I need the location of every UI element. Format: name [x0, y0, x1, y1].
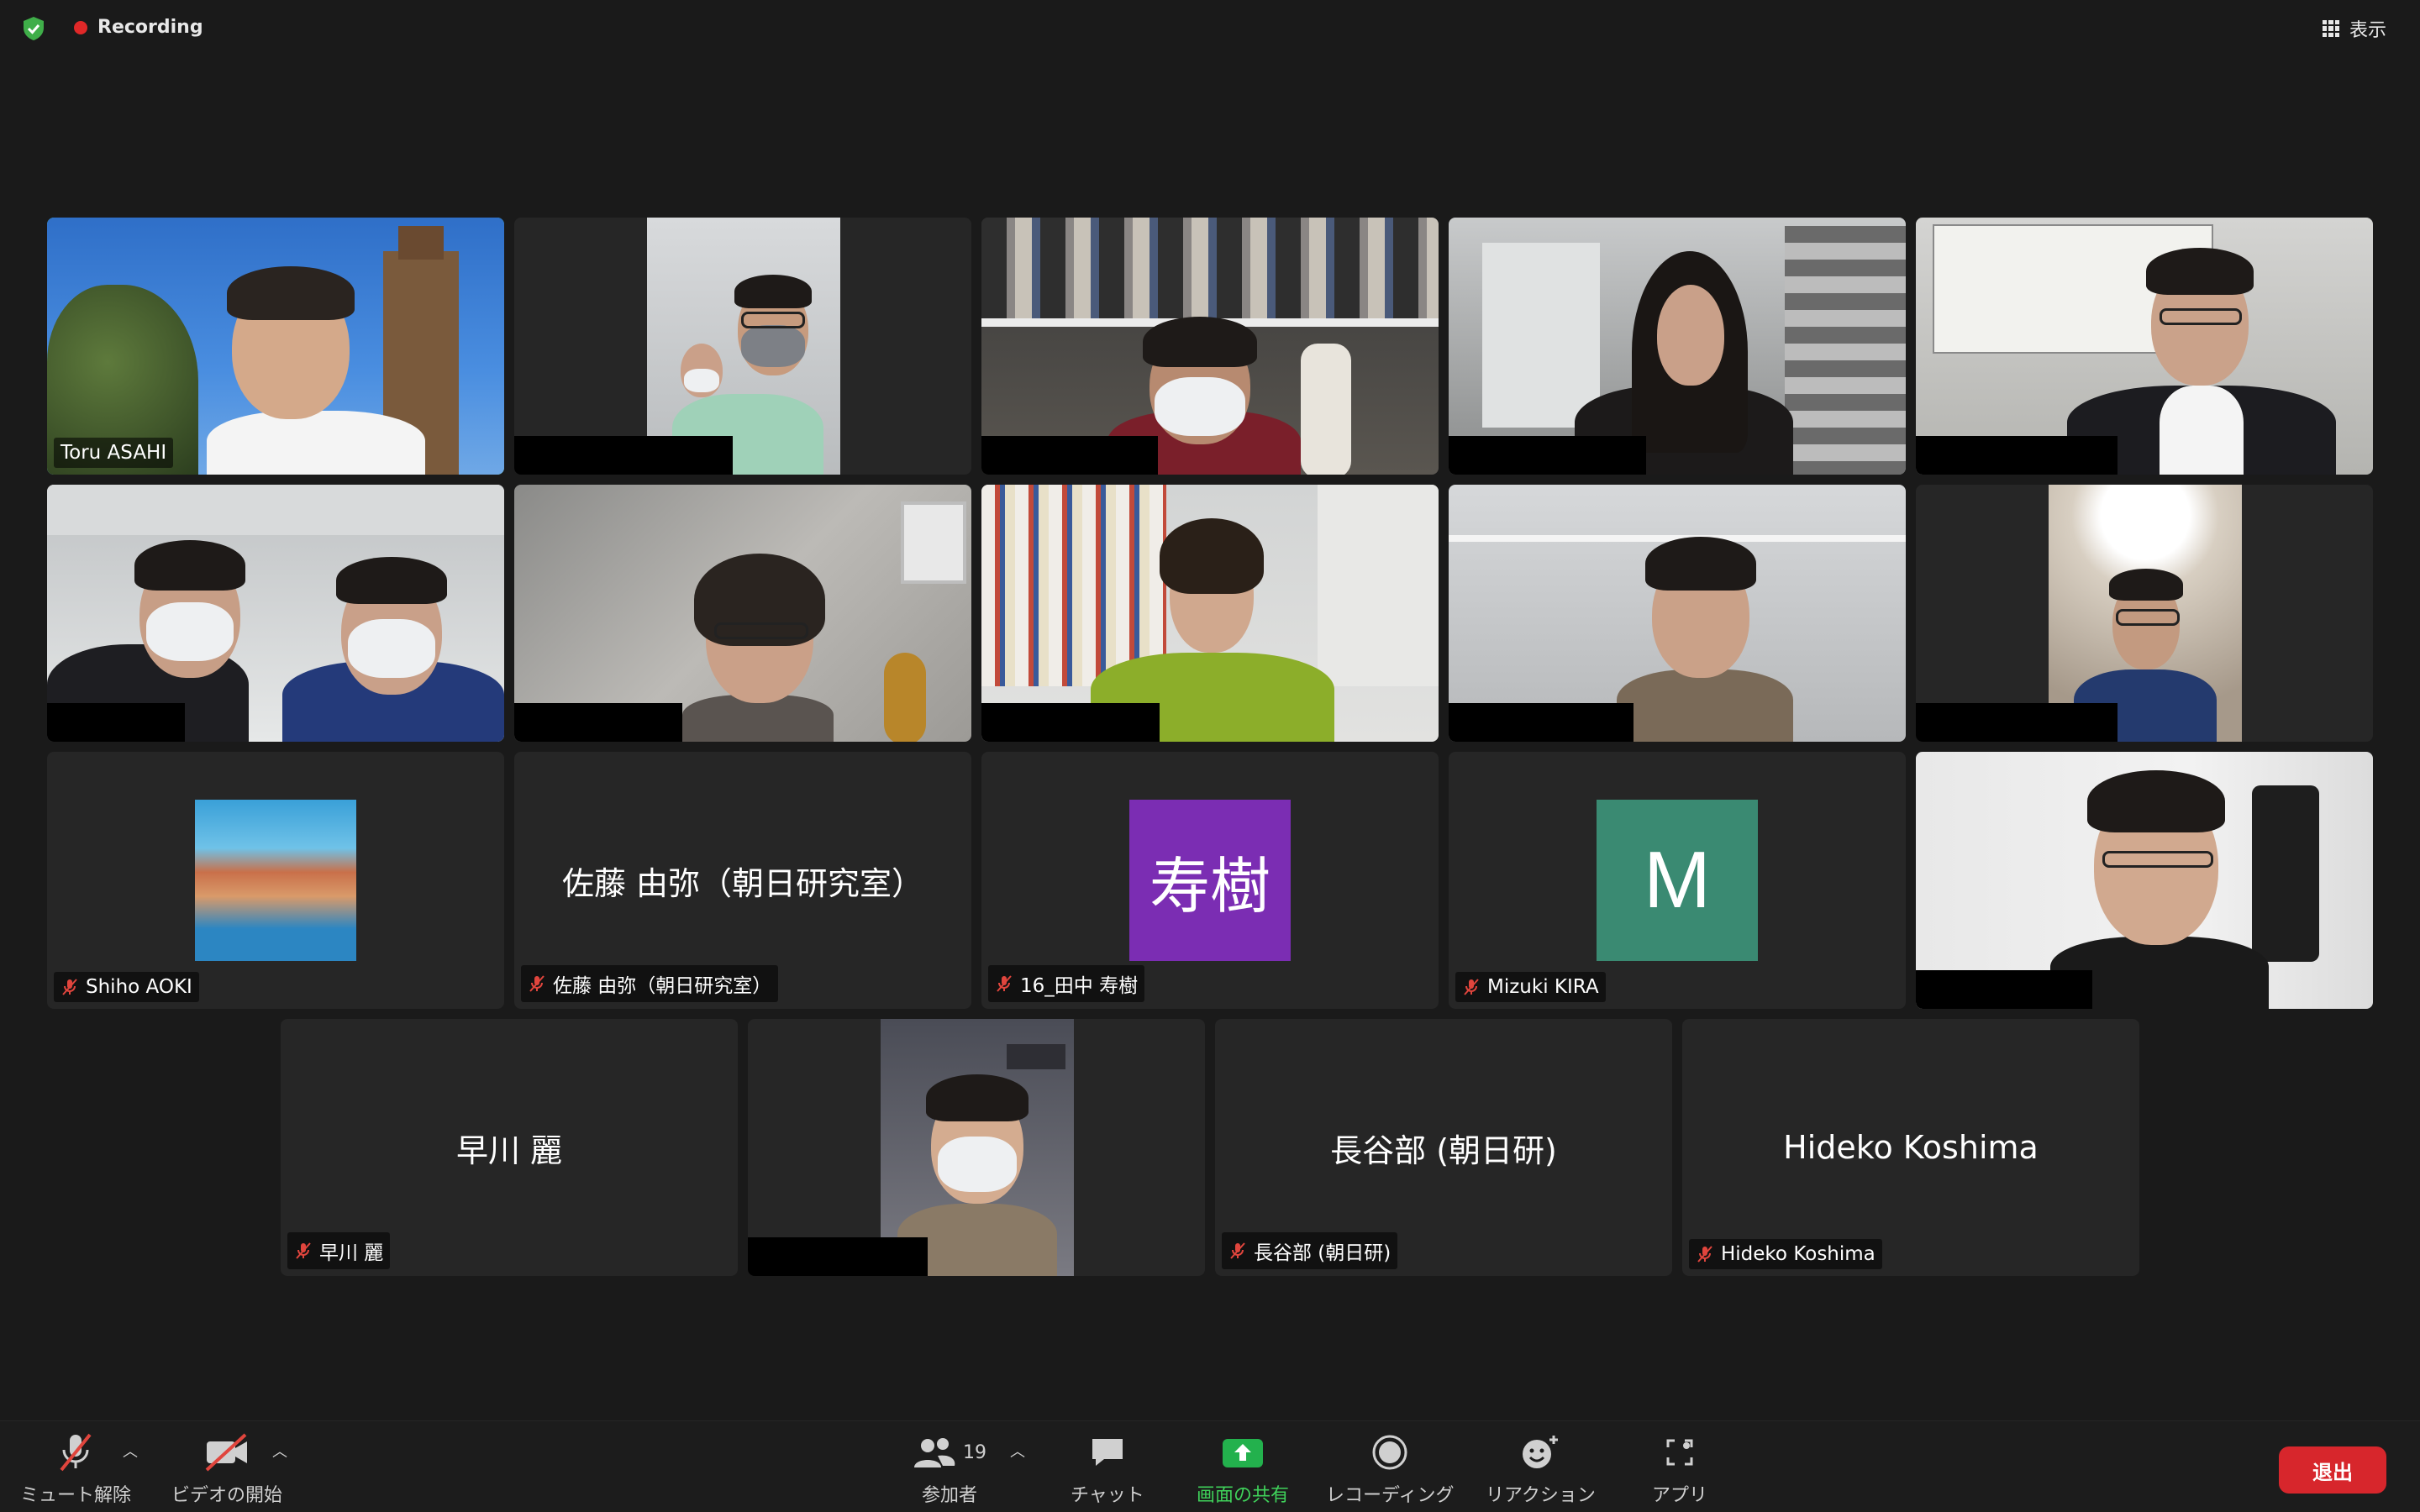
top-bar: Recording 表示	[0, 0, 2420, 55]
redacted-name	[1916, 970, 2092, 1009]
muted-mic-icon	[529, 975, 544, 992]
video-tile[interactable]	[47, 485, 504, 742]
participant-name-plate: Toru ASAHI	[54, 438, 174, 468]
recording-dot-icon	[74, 20, 87, 34]
participant-name-plate: Shiho AOKI	[54, 972, 199, 1002]
participant-name: 長谷部 (朝日研)	[1254, 1242, 1392, 1264]
video-off-icon	[205, 1433, 247, 1472]
avatar-initials: 寿樹	[1129, 800, 1291, 961]
video-tile[interactable]	[981, 218, 1439, 475]
participants-icon	[914, 1438, 955, 1467]
chat-label: チャット	[1071, 1485, 1144, 1506]
mic-muted-icon	[60, 1433, 92, 1472]
muted-mic-icon	[1697, 1246, 1712, 1263]
participant-name: 早川 麗	[319, 1242, 384, 1264]
participant-name: 佐藤 由弥（朝日研究室）	[553, 975, 772, 997]
participant-name-plate: 16_田中 寿樹	[988, 965, 1145, 1002]
participants-count: 19	[963, 1441, 986, 1463]
video-tile[interactable]	[1916, 752, 2373, 1009]
participants-options-chevron-icon[interactable]: ︿	[1010, 1440, 1025, 1462]
redacted-name	[748, 1237, 928, 1276]
audio-options-chevron-icon[interactable]: ︿	[123, 1440, 138, 1462]
muted-mic-icon	[296, 1242, 311, 1259]
start-video-button[interactable]: ビデオの開始	[171, 1431, 282, 1507]
leave-meeting-button[interactable]: 退出	[2279, 1446, 2386, 1494]
apps-button[interactable]: アプリ	[1652, 1431, 1707, 1507]
participant-display-name: Hideko Koshima	[1783, 1129, 2039, 1166]
redacted-name	[1916, 436, 2118, 475]
video-tile-shiho-aoki[interactable]: Shiho AOKI	[47, 752, 504, 1009]
grid-view-icon	[2322, 20, 2339, 37]
participant-name: Toru ASAHI	[60, 442, 167, 464]
video-tile[interactable]: Hideko Koshima Hideko Koshima	[1682, 1019, 2139, 1276]
participant-name-plate: 佐藤 由弥（朝日研究室）	[521, 965, 779, 1002]
redacted-name	[1449, 703, 1634, 742]
redacted-name	[514, 436, 733, 475]
video-tile-mizuki-kira[interactable]: M Mizuki KIRA	[1449, 752, 1906, 1009]
unmute-label: ミュート解除	[20, 1485, 132, 1506]
recording-label: Recording	[97, 17, 203, 38]
unmute-button[interactable]: ミュート解除	[20, 1431, 131, 1507]
video-tile[interactable]: 長谷部 (朝日研) 長谷部 (朝日研)	[1215, 1019, 1672, 1276]
video-tile[interactable]	[1449, 485, 1906, 742]
redacted-name	[981, 436, 1158, 475]
reaction-smiley-icon	[1523, 1436, 1559, 1468]
security-shield-icon[interactable]	[20, 15, 47, 42]
video-tile[interactable]	[514, 485, 971, 742]
recording-indicator[interactable]: Recording	[74, 17, 203, 38]
meeting-toolbar: ミュート解除 ︿ ビデオの開始 ︿ 19 参加者 ︿ チャット 画面の共有 レコ…	[0, 1420, 2420, 1512]
view-button[interactable]: 表示	[2322, 15, 2386, 42]
video-tile[interactable]: 寿樹 16_田中 寿樹	[981, 752, 1439, 1009]
redacted-name	[981, 703, 1160, 742]
video-tile[interactable]	[981, 485, 1439, 742]
share-screen-icon	[1223, 1439, 1263, 1467]
record-icon	[1372, 1435, 1407, 1470]
video-tile[interactable]	[1449, 218, 1906, 475]
reactions-label: リアクション	[1486, 1485, 1596, 1506]
share-screen-button[interactable]: 画面の共有	[1197, 1431, 1289, 1507]
muted-mic-icon	[1230, 1242, 1245, 1259]
apps-label: アプリ	[1652, 1485, 1708, 1506]
start-video-label: ビデオの開始	[171, 1485, 283, 1506]
participant-name-plate: 早川 麗	[287, 1232, 391, 1269]
video-tile-toru-asahi[interactable]: Toru ASAHI	[47, 218, 504, 475]
video-tile[interactable]: 佐藤 由弥（朝日研究室） 佐藤 由弥（朝日研究室）	[514, 752, 971, 1009]
redacted-name	[514, 703, 682, 742]
video-options-chevron-icon[interactable]: ︿	[272, 1440, 287, 1462]
redacted-name	[1916, 703, 2118, 742]
video-tile[interactable]: 早川 麗 早川 麗	[281, 1019, 738, 1276]
participant-name-plate: Mizuki KIRA	[1455, 972, 1606, 1002]
muted-mic-icon	[997, 975, 1012, 992]
redacted-name	[47, 703, 185, 742]
participants-label: 参加者	[921, 1485, 977, 1506]
record-button[interactable]: レコーディング	[1326, 1431, 1454, 1507]
chat-icon	[1092, 1439, 1123, 1466]
record-label: レコーディング	[1326, 1485, 1455, 1506]
avatar-initials: M	[1597, 800, 1758, 961]
participant-name: 16_田中 寿樹	[1020, 975, 1139, 997]
participant-name: Shiho AOKI	[86, 976, 192, 998]
participant-name: Hideko Koshima	[1721, 1243, 1876, 1265]
share-screen-label: 画面の共有	[1197, 1485, 1290, 1506]
view-label: 表示	[2349, 20, 2386, 41]
video-tile[interactable]	[1916, 218, 2373, 475]
participants-button[interactable]: 19 参加者	[913, 1431, 986, 1507]
muted-mic-icon	[1464, 979, 1479, 995]
participant-name-plate: 長谷部 (朝日研)	[1222, 1232, 1398, 1269]
apps-icon	[1666, 1439, 1693, 1466]
muted-mic-icon	[62, 979, 77, 995]
video-tile[interactable]	[748, 1019, 1205, 1276]
profile-picture	[195, 800, 356, 961]
video-tile[interactable]	[1916, 485, 2373, 742]
participant-name: Mizuki KIRA	[1487, 976, 1599, 998]
video-tile[interactable]	[514, 218, 971, 475]
reactions-button[interactable]: リアクション	[1486, 1431, 1596, 1507]
participant-name-plate: Hideko Koshima	[1689, 1239, 1882, 1269]
redacted-name	[1449, 436, 1646, 475]
participant-video	[47, 218, 504, 475]
chat-button[interactable]: チャット	[1071, 1431, 1144, 1507]
